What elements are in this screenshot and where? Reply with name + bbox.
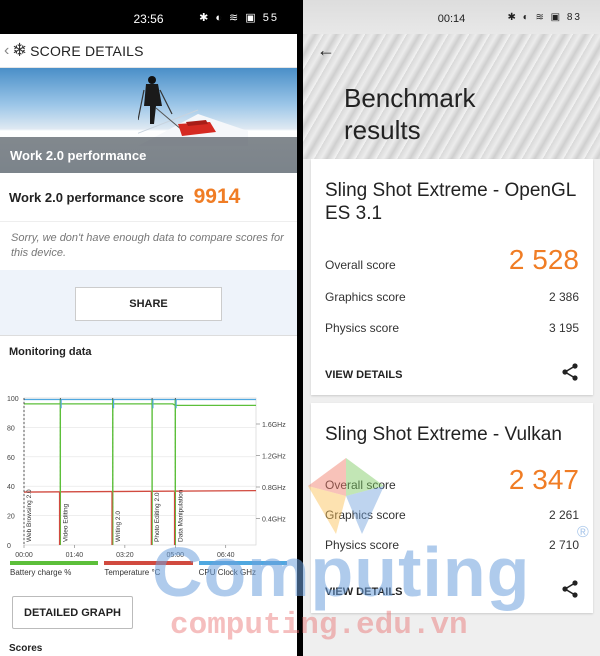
legend-label-battery: Battery charge %: [10, 568, 72, 577]
physics-score-value: 2 710: [548, 538, 579, 552]
legend-item-temperature: Temperature °C: [104, 561, 193, 577]
score-label: Work 2.0 performance score: [9, 189, 184, 205]
3dmark-logo-icon: ❄: [12, 40, 28, 60]
chart-plot-area: [23, 397, 257, 546]
benchmark-results-title: Benchmark results: [344, 83, 476, 145]
detailed-graph-button[interactable]: DETAILED GRAPH: [12, 596, 133, 629]
x-tick-label: 05:00: [167, 552, 185, 559]
graphics-score-row: Graphics score 2 386: [311, 290, 593, 304]
overall-score-row: Overall score 2 528: [311, 244, 593, 276]
hero-image: Work 2.0 performance: [0, 68, 297, 173]
share-icon[interactable]: [561, 363, 579, 386]
y-tick-label-left: 20: [7, 514, 15, 521]
y-tick-label-left: 100: [7, 396, 19, 403]
back-arrow-icon[interactable]: ←: [317, 40, 335, 61]
app-bar: ‹ ❄ SCORE DETAILS: [0, 34, 297, 68]
y-tick-label-left: 60: [7, 455, 15, 462]
hero-caption: Work 2.0 performance: [0, 137, 297, 173]
card-title: Sling Shot Extreme - Vulkan: [325, 424, 562, 445]
share-section: SHARE: [0, 270, 297, 335]
phase-label: Photo Editing 2.0: [154, 492, 161, 542]
overall-score-value: 2 347: [508, 464, 579, 495]
overall-score-label: Overall score: [325, 258, 396, 272]
back-icon[interactable]: ‹: [4, 42, 12, 60]
comparison-note: Sorry, we don't have enough data to comp…: [11, 232, 284, 259]
status-bar-right: 00:14 ✱ ◐ ≋ ▣ 83: [303, 0, 600, 34]
legend-item-battery: Battery charge %: [10, 561, 99, 577]
share-icon[interactable]: [561, 580, 579, 603]
y-tick-label-left: 0: [7, 543, 11, 550]
monitoring-title: Monitoring data: [0, 335, 297, 368]
view-details-link[interactable]: VIEW DETAILS: [325, 586, 402, 598]
scores-heading: Scores: [9, 643, 43, 654]
graphics-score-label: Graphics score: [325, 290, 406, 304]
x-tick-label: 03:20: [116, 552, 134, 559]
y-tick-label-right: 1.2GHz: [262, 454, 286, 461]
physics-score-row: Physics score 3 195: [311, 321, 593, 335]
phase-label: Writing 2.0: [115, 511, 122, 542]
chart-legend: Battery charge % Temperature °C CPU Cloc…: [0, 561, 297, 577]
y-tick-label-right: 1.6GHz: [262, 422, 286, 429]
phase-label: Data Manipulation: [177, 489, 184, 542]
status-icons: ✱ ◐ ≋ ▣ 55: [199, 12, 279, 24]
card-title: Sling Shot Extreme - OpenGL ES 3.1: [325, 180, 576, 224]
page-title: SCORE DETAILS: [30, 42, 144, 59]
results-header: ← Benchmark results: [303, 34, 600, 159]
overall-score-value: 2 528: [508, 244, 579, 275]
legend-item-cpu: CPU Clock GHz: [198, 561, 287, 577]
view-details-link[interactable]: VIEW DETAILS: [325, 369, 402, 381]
graphics-score-value: 2 261: [548, 508, 579, 522]
watermark-registered: ®: [577, 524, 589, 541]
score-value: 9914: [193, 185, 241, 208]
y-tick-label-left: 80: [7, 425, 15, 432]
x-tick-label: 01:40: [66, 552, 84, 559]
x-tick-label: 00:00: [15, 552, 33, 559]
legend-label-cpu: CPU Clock GHz: [198, 568, 256, 577]
status-icons-right: ✱ ◐ ≋ ▣ 83: [507, 12, 582, 23]
card-footer: VIEW DETAILS: [311, 580, 593, 603]
watermark-logo-icon: [308, 458, 384, 534]
legend-label-temperature: Temperature °C: [104, 568, 161, 577]
result-card-opengl: Sling Shot Extreme - OpenGL ES 3.1 Overa…: [311, 159, 593, 395]
score-row: Work 2.0 performance score 9914: [0, 173, 297, 222]
y-tick-label-right: 0.8GHz: [262, 485, 286, 492]
physics-score-label: Physics score: [325, 538, 400, 552]
phase-label: Web Browsing 2.0: [26, 489, 33, 542]
monitoring-chart-svg: 100 80 60 40 20 0 1.6GHz 1.2GHz 0.8GHz 0.4GHz 00:0…: [7, 396, 286, 559]
left-phone-screen: 23:56 ✱ ◐ ≋ ▣ 55 ‹ ❄ SCORE DETAILS Work …: [0, 0, 297, 656]
card-footer: VIEW DETAILS: [311, 363, 593, 386]
phase-label: Video Editing: [62, 503, 69, 542]
x-tick-label: 06:40: [217, 552, 235, 559]
legend-swatch-battery: [10, 561, 99, 565]
status-bar: 23:56 ✱ ◐ ≋ ▣ 55: [0, 0, 297, 34]
graphics-score-value: 2 386: [548, 290, 579, 304]
legend-swatch-cpu: [198, 561, 287, 565]
physics-score-row: Physics score 2 710: [311, 538, 593, 552]
skier-illustration: [138, 76, 248, 146]
share-button[interactable]: SHARE: [75, 287, 222, 321]
y-tick-label-right: 0.4GHz: [262, 517, 286, 524]
physics-score-label: Physics score: [325, 321, 400, 335]
right-phone-screen: 00:14 ✱ ◐ ≋ ▣ 83 ← Benchmark results Sli…: [303, 0, 600, 656]
monitoring-chart: 100 80 60 40 20 0 1.6GHz 1.2GHz 0.8GHz 0.4GHz 00:0…: [0, 368, 297, 561]
physics-score-value: 3 195: [548, 321, 579, 335]
y-tick-label-left: 40: [7, 484, 15, 491]
legend-swatch-temperature: [104, 561, 193, 565]
